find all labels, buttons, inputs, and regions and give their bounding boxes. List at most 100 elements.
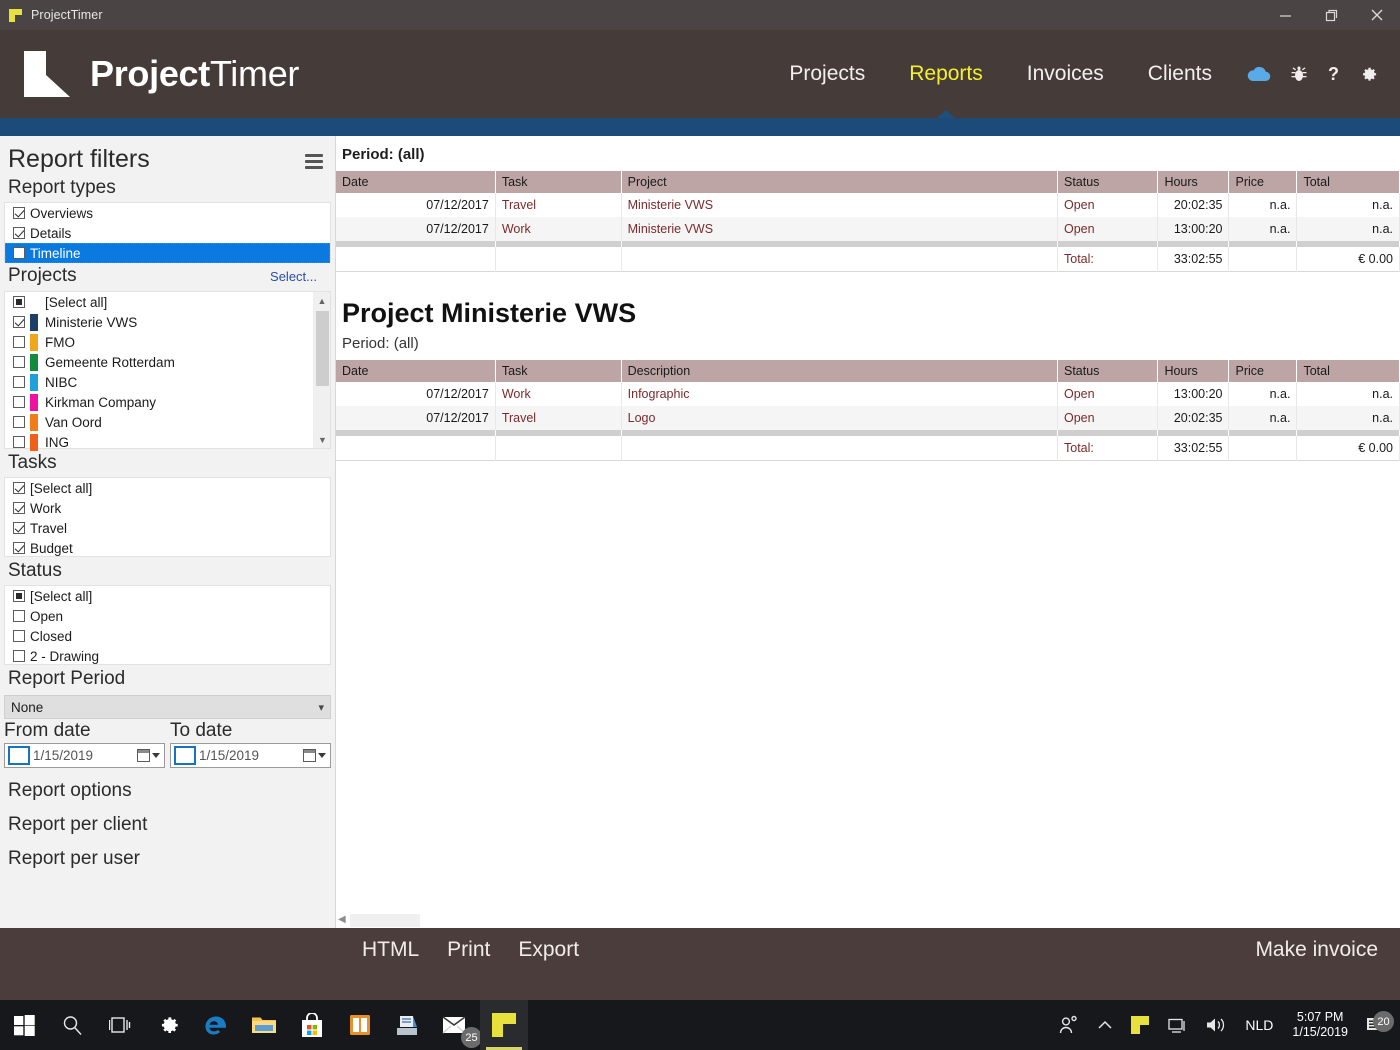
to-date-calendar-button[interactable] <box>303 749 326 762</box>
column-header-total[interactable]: Total <box>1296 171 1400 193</box>
report-type-timeline[interactable]: Timeline <box>5 243 330 263</box>
checkbox-icon[interactable] <box>13 522 25 534</box>
checkbox-icon[interactable] <box>13 416 25 428</box>
sidebar-item-report-per-user[interactable]: Report per user <box>0 842 335 876</box>
file-explorer-icon[interactable] <box>240 1000 288 1050</box>
report-period-select[interactable]: None ▾ <box>4 695 331 719</box>
nav-item-reports[interactable]: Reports <box>887 30 1005 118</box>
checkbox-icon[interactable] <box>13 376 25 388</box>
table-row[interactable]: 07/12/2017 Travel Logo Open 20:02:35 n.a… <box>336 405 1400 430</box>
checkbox-icon[interactable] <box>13 650 25 662</box>
scroll-left-icon[interactable]: ◀ <box>338 914 346 925</box>
status-item-2-drawing[interactable]: 2 - Drawing <box>5 646 330 666</box>
status-item-closed[interactable]: Closed <box>5 626 330 646</box>
edge-icon[interactable] <box>192 1000 240 1050</box>
checkbox-icon[interactable] <box>13 630 25 642</box>
restore-button[interactable] <box>1308 0 1354 30</box>
project-item-ing[interactable]: ING <box>5 432 330 452</box>
checkbox-icon[interactable] <box>13 316 25 328</box>
report-type-details[interactable]: Details <box>5 223 330 243</box>
from-date-input[interactable]: 1/15/2019 <box>4 743 165 768</box>
checkbox-icon[interactable] <box>13 296 25 308</box>
help-icon[interactable]: ? <box>1326 64 1341 84</box>
projecttimer-tray-icon[interactable] <box>1122 1016 1158 1034</box>
settings-icon[interactable] <box>144 1000 192 1050</box>
table-row[interactable]: 07/12/2017 Travel Ministerie VWS Open 20… <box>336 193 1400 217</box>
project-item-select-all[interactable]: [Select all] <box>5 292 330 312</box>
to-date-enable-checkbox[interactable] <box>174 746 196 765</box>
language-indicator[interactable]: NLD <box>1236 1017 1282 1033</box>
checkbox-icon[interactable] <box>13 482 25 494</box>
column-header-project[interactable]: Project <box>621 171 1059 193</box>
nav-item-clients[interactable]: Clients <box>1126 30 1234 118</box>
status-item-open[interactable]: Open <box>5 606 330 626</box>
checkbox-icon[interactable] <box>13 247 25 259</box>
column-header-task[interactable]: Task <box>495 359 622 382</box>
column-header-date[interactable]: Date <box>336 359 496 382</box>
hamburger-icon[interactable] <box>305 154 323 172</box>
from-date-calendar-button[interactable] <box>137 749 160 762</box>
html-button[interactable]: HTML <box>348 938 433 962</box>
project-item-fmo[interactable]: FMO <box>5 332 330 352</box>
make-invoice-button[interactable]: Make invoice <box>1255 938 1378 962</box>
scrollbar-thumb[interactable] <box>316 311 329 386</box>
column-header-description[interactable]: Description <box>621 359 1059 382</box>
office-icon[interactable] <box>336 1000 384 1050</box>
close-button[interactable] <box>1354 0 1400 30</box>
checkbox-icon[interactable] <box>13 590 25 602</box>
volume-icon[interactable] <box>1196 1016 1236 1034</box>
column-header-price[interactable]: Price <box>1228 359 1298 382</box>
task-item-budget[interactable]: Budget <box>5 538 330 558</box>
scroll-down-icon[interactable]: ▼ <box>314 431 331 448</box>
clock[interactable]: 5:07 PM 1/15/2019 <box>1282 1010 1358 1040</box>
checkbox-icon[interactable] <box>13 502 25 514</box>
project-item-nibc[interactable]: NIBC <box>5 372 330 392</box>
projecttimer-taskbar-icon[interactable] <box>480 1000 528 1050</box>
search-icon[interactable] <box>48 1000 96 1050</box>
table-row[interactable]: 07/12/2017 Work Ministerie VWS Open 13:0… <box>336 217 1400 241</box>
checkbox-icon[interactable] <box>13 336 25 348</box>
checkbox-icon[interactable] <box>13 227 25 239</box>
nav-item-invoices[interactable]: Invoices <box>1005 30 1126 118</box>
column-header-status[interactable]: Status <box>1057 171 1159 193</box>
checkbox-icon[interactable] <box>13 542 25 554</box>
project-item-kirkman-company[interactable]: Kirkman Company <box>5 392 330 412</box>
from-date-enable-checkbox[interactable] <box>8 746 30 765</box>
people-icon[interactable] <box>1049 1015 1088 1035</box>
horizontal-scrollbar[interactable]: ◀ <box>336 913 1400 928</box>
checkbox-icon[interactable] <box>13 436 25 448</box>
gear-icon[interactable] <box>1359 65 1378 84</box>
export-button[interactable]: Export <box>504 938 593 962</box>
projects-scrollbar[interactable]: ▲ ▼ <box>313 292 330 448</box>
print-button[interactable]: Print <box>433 938 504 962</box>
minimize-button[interactable] <box>1262 0 1308 30</box>
scroll-up-icon[interactable]: ▲ <box>314 292 330 309</box>
nav-item-projects[interactable]: Projects <box>767 30 887 118</box>
notification-center-icon[interactable]: 20 <box>1358 1011 1394 1034</box>
cloud-icon[interactable] <box>1246 65 1272 83</box>
column-header-status[interactable]: Status <box>1057 359 1159 382</box>
show-hidden-icons-icon[interactable] <box>1088 1019 1122 1031</box>
column-header-hours[interactable]: Hours <box>1157 171 1230 193</box>
project-item-van-oord[interactable]: Van Oord <box>5 412 330 432</box>
start-icon[interactable] <box>0 1000 48 1050</box>
column-header-total[interactable]: Total <box>1296 359 1400 382</box>
store-icon[interactable] <box>288 1000 336 1050</box>
projects-select-link[interactable]: Select... <box>270 265 317 289</box>
checkbox-icon[interactable] <box>13 610 25 622</box>
task-view-icon[interactable] <box>96 1000 144 1050</box>
task-item-work[interactable]: Work <box>5 498 330 518</box>
column-header-hours[interactable]: Hours <box>1157 359 1230 382</box>
mail-icon[interactable]: 25 <box>432 1000 482 1050</box>
checkbox-icon[interactable] <box>13 396 25 408</box>
column-header-task[interactable]: Task <box>495 171 622 193</box>
column-header-date[interactable]: Date <box>336 171 496 193</box>
sidebar-item-report-per-client[interactable]: Report per client <box>0 808 335 842</box>
bug-icon[interactable] <box>1290 65 1308 83</box>
task-item-travel[interactable]: Travel <box>5 518 330 538</box>
table-row[interactable]: 07/12/2017 Work Infographic Open 13:00:2… <box>336 381 1400 406</box>
project-item-ministerie-vws[interactable]: Ministerie VWS <box>5 312 330 332</box>
checkbox-icon[interactable] <box>13 207 25 219</box>
network-icon[interactable] <box>1158 1017 1196 1034</box>
scanner-icon[interactable] <box>384 1000 432 1050</box>
